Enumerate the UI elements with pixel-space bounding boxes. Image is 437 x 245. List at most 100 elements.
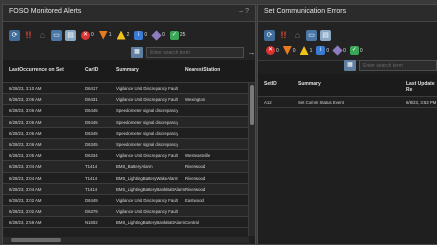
scrollbar-thumb[interactable] <box>11 238 61 242</box>
table-body: A12 Set Comm Status Event 6/8/23, 3:53 PM <box>258 97 437 109</box>
table-cell: 6/28/23, 3:10 AM <box>9 86 42 91</box>
horizontal-scrollbar[interactable] <box>3 237 249 243</box>
search-input[interactable] <box>359 60 437 71</box>
column-header[interactable]: CarID <box>85 67 98 73</box>
table-cell: A12 <box>264 100 272 105</box>
table-cell: Riverwood <box>185 186 206 192</box>
info-severity-icon: i <box>316 46 326 55</box>
table-cell: Vigilance Unit Discrepancy Fault <box>116 153 178 159</box>
minor-count[interactable]: 1 <box>299 46 312 55</box>
table-cell: 6/28/23, 3:06 AM <box>9 141 42 147</box>
info-count[interactable]: i0 <box>316 46 329 55</box>
table-row[interactable]: 6/28/23, 3:06 AM D6445 Speedometer signal … <box>3 116 255 128</box>
table-cell: 6/28/23, 3:06 AM <box>9 97 42 103</box>
clear-count[interactable]: ✓ 25 <box>169 30 185 40</box>
info-count[interactable]: i0 <box>134 30 147 40</box>
table-cell: BMS_BatteryAlarm <box>116 164 153 170</box>
monitor-icon[interactable]: ▭ <box>51 29 62 41</box>
table-header: LastOccurrence on Set CarID Summary Near… <box>3 60 255 83</box>
table-body: 6/28/23, 3:10 AM D6417 Vigilance Unit Disc… <box>3 83 255 229</box>
column-header[interactable]: LastOccurrence on Set <box>9 67 64 73</box>
table-row[interactable]: 6/28/23, 3:04 AM T1414 BMS_LightingBattery… <box>3 183 255 195</box>
table-cell: 6/28/23, 3:02 AM <box>9 209 42 215</box>
table-row[interactable]: A12 Set Comm Status Event 6/8/23, 3:53 PM <box>258 97 437 109</box>
scrollbar-thumb[interactable] <box>250 85 254 125</box>
table-cell: 6/28/23, 3:04 AM <box>9 175 42 181</box>
document-icon[interactable]: ▤ <box>320 29 331 41</box>
panel-title: Set Communication Errors <box>264 8 347 15</box>
filter-button[interactable]: ▦ <box>344 60 356 71</box>
table-cell: Speedometer signal discrepancy <box>116 130 179 136</box>
search-row: ▦ <box>344 60 437 71</box>
refresh-icon[interactable]: ⟳ <box>9 29 20 41</box>
refresh-icon[interactable]: ⟳ <box>264 29 275 41</box>
minor-count[interactable]: 2 <box>116 30 129 40</box>
table-row[interactable]: 6/28/23, 3:05 AM D6334 Vigilance Unit Disc… <box>3 150 255 162</box>
table-row[interactable]: 6/28/23, 3:02 AM D6379 Vigilance Unit Disc… <box>3 206 255 218</box>
clear-count[interactable]: ✓ 0 <box>349 46 363 55</box>
critical-count[interactable]: ✕ 0 <box>266 46 279 55</box>
table-row[interactable]: 6/28/23, 3:06 AM D6345 Speedometer signal … <box>3 128 255 139</box>
table-cell: Wexington <box>185 97 206 103</box>
table-cell: Vigilance Unit Discrepancy Fault <box>116 197 178 203</box>
vertical-scrollbar[interactable] <box>248 83 255 236</box>
table-row[interactable]: 6/28/23, 3:04 AM T1414 BMS_BatteryAlarm Riv… <box>3 161 255 173</box>
table-cell: Central <box>185 220 199 226</box>
clear-severity-icon: ✓ <box>169 30 179 40</box>
filter-button[interactable]: ▦ <box>131 47 143 58</box>
info-severity-icon: i <box>134 30 144 40</box>
home-icon[interactable]: ⌂ <box>292 30 303 41</box>
table-row[interactable]: 6/28/23, 2:59 AM N1602 BMS_LightingBattery… <box>3 217 255 229</box>
search-go-icon[interactable]: → <box>247 48 256 57</box>
indeterminate-severity-icon <box>332 45 343 56</box>
critical-severity-icon: ✕ <box>266 46 275 55</box>
table-row[interactable]: 6/28/23, 3:02 AM D6449 Vigilance Unit Disc… <box>3 195 255 207</box>
major-count[interactable]: 1 <box>98 30 112 40</box>
table-cell: 6/28/23, 3:06 AM <box>9 119 42 125</box>
panel-window-controls[interactable]: – ? <box>239 8 249 15</box>
table-cell: BMS_LightingBatteryBankBattAlarm <box>116 220 186 226</box>
column-header[interactable]: Last Update Re <box>406 81 437 93</box>
table-cell: 6/28/23, 2:59 AM <box>9 220 42 226</box>
table-cell: Speedometer signal discrepancy <box>116 108 179 114</box>
monitored-alerts-panel: FOSO Monitored Alerts – ? ⟳ !! ⌂ ▭ ▤ ✕ 0 … <box>2 4 256 245</box>
search-input[interactable] <box>146 47 244 58</box>
table-cell: Vigilance Unit Discrepancy Fault <box>116 97 178 103</box>
table-row[interactable]: 6/28/23, 3:06 AM D6445 Speedometer signal … <box>3 105 255 117</box>
table-cell: 6/28/23, 3:04 AM <box>9 164 42 170</box>
column-header[interactable]: Summary <box>298 81 321 87</box>
critical-severity-icon: ✕ <box>81 30 90 40</box>
table-row[interactable]: 6/28/23, 3:10 AM D6417 Vigilance Unit Disc… <box>3 83 255 95</box>
table-cell: Riverwood <box>185 175 206 181</box>
table-cell: 6/28/23, 3:02 AM <box>9 197 42 203</box>
errors-table: SetID Summary Last Update Re A12 Set Comm… <box>258 74 437 109</box>
table-cell: 6/28/23, 3:05 AM <box>9 153 42 159</box>
monitor-icon[interactable]: ▭ <box>306 29 317 41</box>
alert-icon[interactable]: !! <box>278 30 289 41</box>
table-cell: Riverwood <box>185 164 206 170</box>
major-count[interactable]: 0 <box>282 46 296 55</box>
alert-icon[interactable]: !! <box>23 30 34 41</box>
table-cell: D6345 <box>85 141 98 147</box>
indeterminate-count[interactable]: 0 <box>151 29 165 41</box>
table-cell: N1602 <box>85 220 98 226</box>
table-cell: Speedometer signal discrepancy <box>116 141 179 147</box>
panel-title: FOSO Monitored Alerts <box>9 8 82 15</box>
column-header[interactable]: SetID <box>264 81 277 87</box>
critical-count[interactable]: ✕ 0 <box>81 30 94 40</box>
indeterminate-count[interactable]: 0 <box>332 45 346 56</box>
table-row[interactable]: 6/28/23, 3:04 AM T1414 BMS_LightingBattery… <box>3 173 255 184</box>
document-icon[interactable]: ▤ <box>65 29 76 41</box>
table-cell: D6379 <box>85 209 98 215</box>
column-header[interactable]: NearestStation <box>185 67 220 73</box>
table-cell: D6445 <box>85 108 98 114</box>
table-cell: D6345 <box>85 130 98 136</box>
table-row[interactable]: 6/28/23, 3:06 AM D6431 Vigilance Unit Disc… <box>3 94 255 106</box>
major-severity-icon <box>282 46 292 55</box>
column-header[interactable]: Summary <box>116 67 139 73</box>
table-cell: D6334 <box>85 153 98 159</box>
indeterminate-severity-icon <box>151 29 162 41</box>
table-row[interactable]: 6/28/23, 3:06 AM D6345 Speedometer signal … <box>3 138 255 151</box>
home-icon[interactable]: ⌂ <box>37 30 48 41</box>
table-cell: 6/28/23, 3:06 AM <box>9 108 42 114</box>
